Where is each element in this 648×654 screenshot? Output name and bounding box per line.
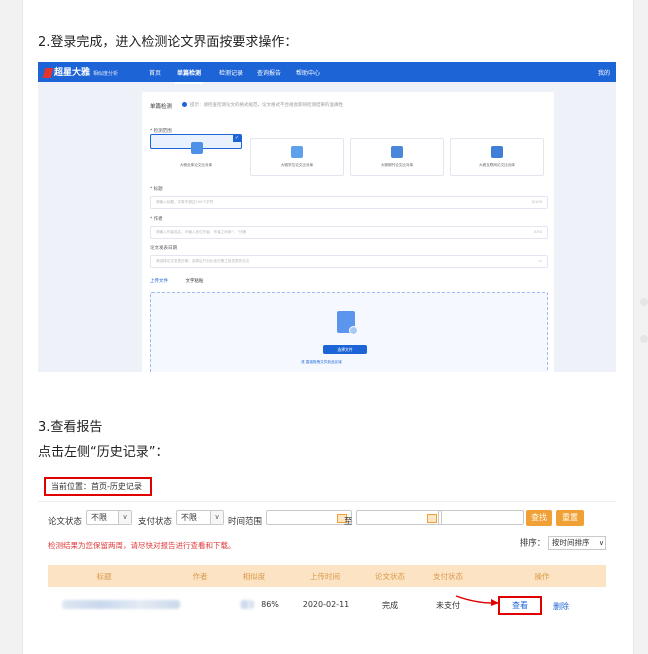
redacted-title — [62, 600, 180, 609]
type-card-all[interactable]: 大雅全库论文比对库 ✓ — [150, 134, 242, 167]
retention-warning: 检测结果为您保留两周，请尽快对报告进行查看和下载。 — [48, 541, 236, 550]
col-actions: 操作 — [534, 572, 550, 581]
sort-select[interactable]: 按时间排序 ∨ — [548, 536, 606, 550]
chevron-down-icon: ∨ — [598, 539, 604, 547]
chevron-down-icon: ∨ — [118, 511, 131, 524]
detection-panel: 单篇检测 提示：请检查检测论文的格式规范，论文格式不合规会影响检测结果的准确性 … — [142, 92, 554, 372]
step3-instruction: 点击左侧“历史记录”： — [38, 445, 169, 460]
date-placeholder: 请选择论文发表日期，选择后只对比该日期之前发表的论文 — [156, 259, 250, 263]
date-label: 论文发表日期 — [150, 246, 177, 251]
paper-status-value: 不限 — [91, 513, 107, 522]
logo-subtitle: 相似度分析 — [93, 71, 119, 77]
top-nav-bar: 超星大雅 相似度分析 首页 单篇检测 检测记录 查询报告 帮助中心 我的 — [38, 62, 616, 84]
end-date-input[interactable] — [356, 510, 442, 525]
col-author: 作者 — [192, 572, 208, 581]
type-card-thesis[interactable]: 大雅学位论文比对库 — [250, 138, 344, 176]
document-icon — [337, 311, 358, 335]
panel-note-text: 提示：请检查检测论文的格式规范，论文格式不合规会影响检测结果的准确性 — [190, 103, 343, 108]
col-upload-time: 上传时间 — [310, 572, 340, 581]
paper-status-value: 完成 — [382, 601, 398, 610]
info-icon — [182, 102, 187, 107]
upload-tabs: 上传文件 文字粘贴 — [150, 278, 219, 284]
nav-check-records[interactable]: 检测记录 — [219, 68, 243, 77]
logo-mark-icon — [42, 67, 54, 78]
history-page-screenshot: 当前位置：首页-历史记录 论文状态 不限 ∨ 支付状态 不限 ∨ 时间范围 至 查找… — [38, 468, 616, 630]
upload-dropzone[interactable]: 选择文件 或 直接拖拽文件到此区域 — [150, 292, 548, 372]
reset-button[interactable]: 重置 — [556, 510, 584, 526]
col-paper-status: 论文状态 — [375, 572, 405, 581]
tab-upload-file[interactable]: 上传文件 — [150, 279, 168, 284]
upload-hint: 或 直接拖拽文件到此区域 — [301, 360, 342, 364]
type-card-label: 大雅全库论文比对库 — [179, 163, 213, 167]
breadcrumb: 当前位置：首页-历史记录 — [44, 477, 152, 496]
type-card-label: 大雅期刊论文比对库 — [380, 163, 414, 167]
to-label: 至 — [344, 517, 353, 527]
nav-single-check[interactable]: 单篇检测 — [174, 68, 204, 84]
keyword-input[interactable] — [438, 510, 524, 525]
nav-help[interactable]: 帮助中心 — [296, 68, 320, 77]
paper-status-select[interactable]: 不限 ∨ — [86, 510, 132, 525]
title-label: * 标题 — [150, 187, 163, 192]
similarity-value: 86% — [261, 600, 279, 609]
site-logo[interactable]: 超星大雅 相似度分析 — [42, 65, 119, 78]
sort-label: 排序： — [519, 538, 546, 549]
sort-control: 排序： 按时间排序 ∨ — [520, 536, 606, 550]
upload-time-value: 2020-02-11 — [302, 600, 350, 609]
type-card-label: 大雅互联网论文比对库 — [479, 163, 515, 167]
calendar-icon: ▭ — [538, 259, 542, 263]
author-counter: 0/50 — [533, 230, 542, 234]
type-card-internet[interactable]: 大雅互联网论文比对库 — [450, 138, 544, 176]
col-similarity: 相似度 — [242, 572, 266, 581]
paper-status-label: 论文状态 — [48, 517, 83, 527]
calendar-icon[interactable] — [427, 514, 437, 523]
view-report-button[interactable]: 查看 — [498, 596, 542, 615]
scroll-dot — [640, 298, 648, 306]
pay-status-value: 不限 — [181, 513, 197, 522]
nav-user[interactable]: 我的 — [598, 68, 610, 77]
title-input[interactable]: 请输入标题，字数不超过100个字符 0/100 — [150, 196, 548, 209]
delete-link[interactable]: 删除 — [553, 601, 569, 612]
time-range-label: 时间范围 — [228, 517, 263, 527]
sort-value: 按时间排序 — [552, 538, 590, 547]
detection-page-screenshot: 超星大雅 相似度分析 首页 单篇检测 检测记录 查询报告 帮助中心 我的 单篇检测… — [38, 62, 616, 372]
redacted-mark — [240, 600, 254, 609]
pay-status-select[interactable]: 不限 ∨ — [176, 510, 224, 525]
table-header: 标题 作者 相似度 上传时间 论文状态 支付状态 操作 — [48, 565, 606, 587]
panel-title: 单篇检测 — [150, 104, 173, 110]
date-input[interactable]: 请选择论文发表日期，选择后只对比该日期之前发表的论文 ▭ — [150, 255, 548, 268]
tab-paste-text[interactable]: 文字粘贴 — [185, 279, 203, 284]
red-arrow-icon — [455, 595, 499, 606]
col-title: 标题 — [96, 572, 112, 581]
start-date-input[interactable] — [266, 510, 352, 525]
chevron-down-icon: ∨ — [210, 511, 223, 524]
panel-note: 提示：请检查检测论文的格式规范，论文格式不合规会影响检测结果的准确性 — [182, 102, 343, 108]
author-placeholder: 请输入作者姓名，可输入多位作者，作者之间用“；”分隔 — [156, 230, 246, 234]
step2-heading: 2.登录完成，进入检测论文界面按要求操作： — [38, 35, 298, 50]
type-card-label: 大雅学位论文比对库 — [280, 163, 314, 167]
divider — [38, 501, 616, 502]
nav-home[interactable]: 首页 — [149, 68, 161, 77]
type-card-journal[interactable]: 大雅期刊论文比对库 — [350, 138, 444, 176]
scroll-dot — [640, 335, 648, 343]
journal-icon — [391, 146, 403, 158]
nav-query-report[interactable]: 查询报告 — [257, 68, 281, 77]
pay-status-label: 支付状态 — [138, 517, 173, 527]
logo-text: 超星大雅 — [54, 68, 91, 78]
web-doc-icon — [491, 146, 503, 158]
folder-icon — [191, 142, 203, 154]
choose-file-button[interactable]: 选择文件 — [323, 345, 367, 354]
author-input[interactable]: 请输入作者姓名，可输入多位作者，作者之间用“；”分隔 0/50 — [150, 226, 548, 239]
title-counter: 0/100 — [531, 200, 542, 204]
book-icon — [291, 146, 303, 158]
author-label: * 作者 — [150, 217, 163, 222]
title-placeholder: 请输入标题，字数不超过100个字符 — [156, 200, 214, 204]
step3-heading: 3.查看报告 — [38, 420, 103, 435]
col-pay-status: 支付状态 — [433, 572, 463, 581]
search-button[interactable]: 查找 — [526, 510, 552, 526]
check-icon: ✓ — [233, 135, 241, 142]
